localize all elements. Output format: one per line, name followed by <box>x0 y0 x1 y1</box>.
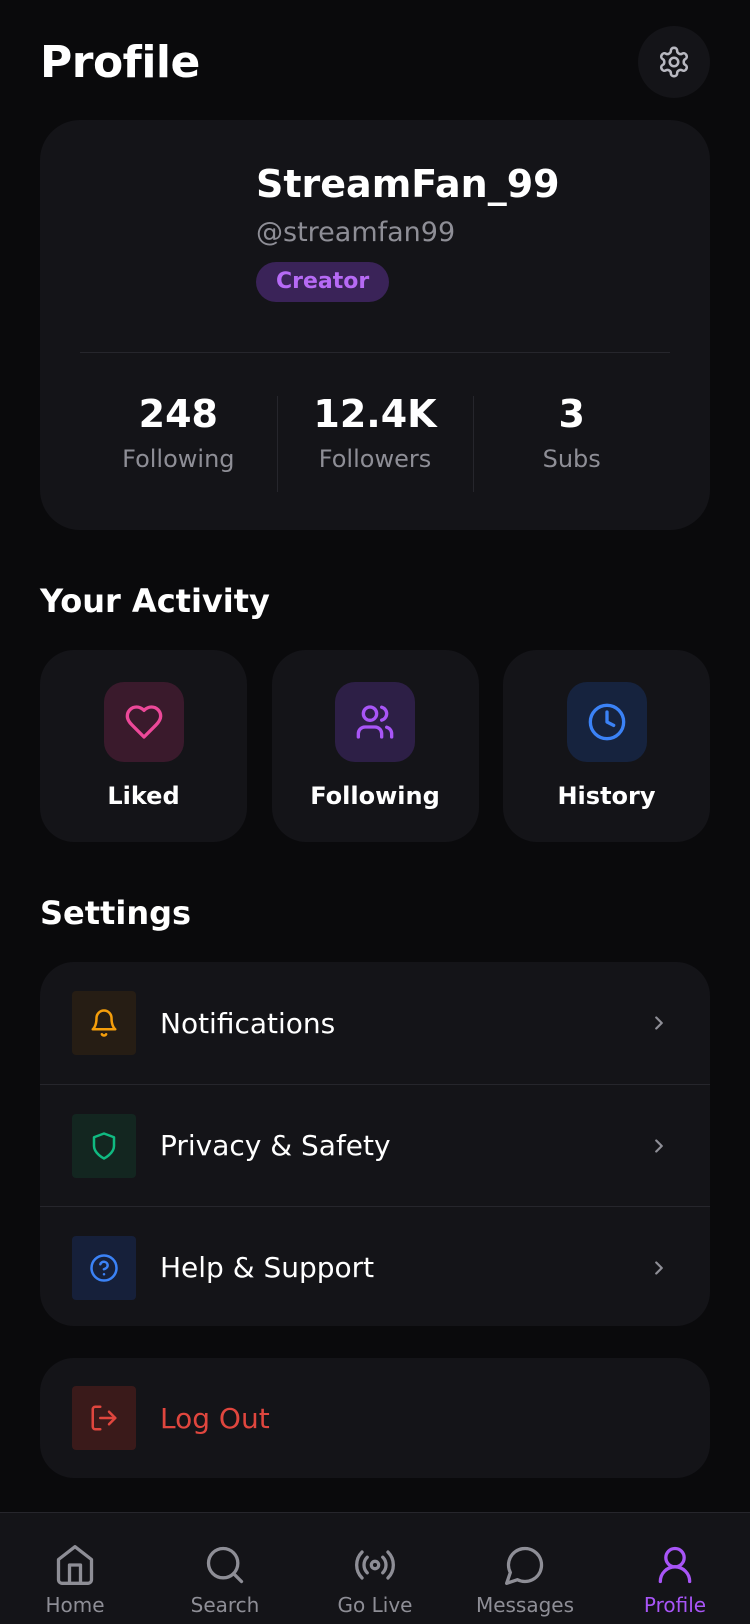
tab-label: Profile <box>643 1593 707 1617</box>
activity-liked[interactable]: Liked <box>40 650 247 842</box>
search-icon <box>206 1546 244 1584</box>
activity-label: Liked <box>107 782 180 810</box>
help-circle-icon <box>90 1253 118 1282</box>
chevron-right-icon <box>648 1135 670 1157</box>
stat-value: 3 <box>558 392 585 436</box>
user-icon <box>658 1546 692 1584</box>
tab-label: Search <box>190 1593 260 1617</box>
divider <box>80 352 670 353</box>
clock-icon <box>588 703 625 741</box>
settings-item-label: Help & Support <box>160 1251 375 1284</box>
settings-item-label: Notifications <box>160 1006 336 1040</box>
tab-go-live[interactable]: Go Live <box>325 1513 425 1624</box>
row-icon-box <box>72 991 136 1055</box>
message-icon <box>505 1546 544 1585</box>
header: Profile <box>40 22 710 102</box>
activity-following[interactable]: Following <box>271 650 479 842</box>
tab-profile[interactable]: Profile <box>625 1513 725 1624</box>
settings-list: Notifications Privacy & Safety Help & Su… <box>40 962 710 1326</box>
profile-card: StreamFan_99 @streamfan99 Creator 248 Fo… <box>40 120 710 530</box>
profile-screen: Profile StreamFan_99 @streamfan99 Creato… <box>0 0 750 1624</box>
home-icon <box>56 1545 94 1585</box>
tab-label: Home <box>45 1593 105 1617</box>
users-icon <box>356 705 394 739</box>
tab-label: Go Live <box>337 1593 413 1617</box>
broadcast-icon <box>355 1550 395 1580</box>
settings-item-notifications[interactable]: Notifications <box>40 962 710 1084</box>
creator-badge: Creator <box>256 262 390 302</box>
settings-section-title: Settings <box>40 894 192 932</box>
chevron-right-icon <box>648 1012 670 1034</box>
tab-messages[interactable]: Messages <box>475 1513 575 1624</box>
settings-item-help[interactable]: Help & Support <box>40 1206 710 1326</box>
stat-label: Followers <box>318 445 432 473</box>
bottom-tab-bar: Home Search Go Live Messages Profile <box>0 1512 750 1624</box>
row-icon-box <box>72 1113 136 1178</box>
stat-subs[interactable]: 3 Subs <box>473 392 670 492</box>
user-handle: @streamfan99 <box>256 217 456 248</box>
settings-item-privacy[interactable]: Privacy & Safety <box>40 1084 710 1206</box>
stat-followers[interactable]: 12.4K Followers <box>276 392 474 492</box>
stat-value: 248 <box>138 392 218 436</box>
activity-section-title: Your Activity <box>40 582 270 620</box>
settings-button[interactable] <box>638 26 710 98</box>
logout-label: Log Out <box>160 1401 270 1435</box>
activity-icon-box <box>566 682 647 762</box>
stats-row: 248 Following 12.4K Followers 3 Subs <box>80 392 670 492</box>
logout-button[interactable]: Log Out <box>40 1358 710 1478</box>
stat-value: 12.4K <box>313 392 437 436</box>
activity-icon-box <box>335 682 415 762</box>
activity-label: History <box>557 782 656 810</box>
row-icon-box <box>72 1386 136 1450</box>
profile-identity: StreamFan_99 @streamfan99 Creator <box>256 162 560 302</box>
tab-home[interactable]: Home <box>25 1513 125 1624</box>
stat-following[interactable]: 248 Following <box>80 392 277 492</box>
activity-icon-box <box>103 682 184 762</box>
activity-row: Liked Following History <box>40 650 710 842</box>
row-icon-box <box>72 1235 136 1300</box>
tab-search[interactable]: Search <box>175 1513 275 1624</box>
bell-icon <box>91 1009 117 1037</box>
settings-item-label: Privacy & Safety <box>160 1129 391 1162</box>
stat-label: Following <box>122 445 235 473</box>
gear-icon <box>659 46 689 78</box>
activity-label: Following <box>310 782 440 810</box>
chevron-right-icon <box>648 1257 670 1279</box>
shield-icon <box>92 1131 116 1160</box>
activity-history[interactable]: History <box>503 650 710 842</box>
page-title: Profile <box>40 36 200 88</box>
heart-icon <box>125 705 162 739</box>
log-out-icon <box>91 1405 117 1431</box>
tab-label: Messages <box>475 1593 575 1617</box>
display-name: StreamFan_99 <box>256 162 560 206</box>
stat-label: Subs <box>542 445 601 473</box>
